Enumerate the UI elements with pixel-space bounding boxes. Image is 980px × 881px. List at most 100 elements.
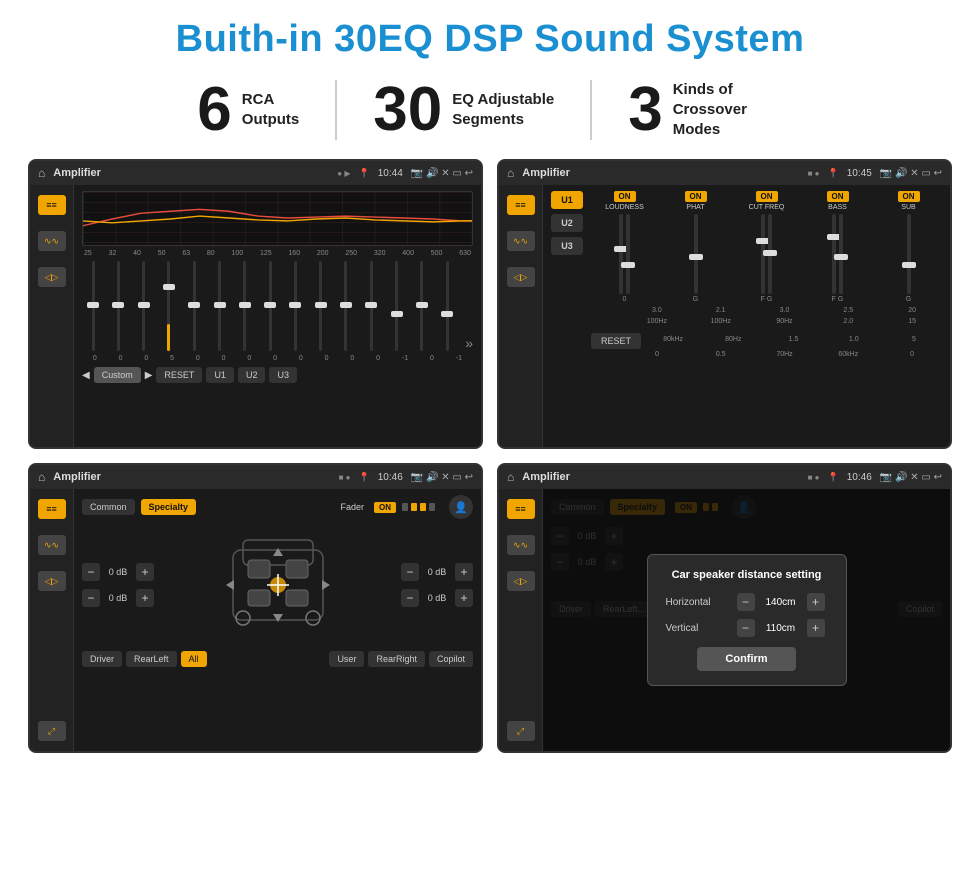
freq-630: 630 [459,250,471,257]
eq-sidebar-wave-icon[interactable]: ∿∿ [38,231,66,251]
cr-sidebar-eq-icon[interactable]: ≡≡ [507,195,535,215]
eq-slider-7[interactable] [234,261,256,351]
eq-slider-10[interactable] [310,261,332,351]
cutfreq-slider-g[interactable] [768,214,772,294]
eq-slider-11[interactable] [335,261,357,351]
stat-label-eq: EQ AdjustableSegments [452,90,554,131]
cr-sidebar-wave-icon[interactable]: ∿∿ [507,231,535,251]
preset-u3-btn[interactable]: U3 [551,237,583,255]
sp-sidebar-eq-icon[interactable]: ≡≡ [38,499,66,519]
eq-slider-14[interactable] [411,261,433,351]
dialog-vertical-plus-btn[interactable]: + [807,619,825,637]
eq-track-3 [142,261,145,351]
phat-slider-1[interactable] [694,214,698,294]
cutfreq-on-badge: ON [756,191,778,202]
eq-slider-4[interactable] [158,261,180,351]
eq-slider-3[interactable] [133,261,155,351]
crossover-time: 10:45 [847,168,872,179]
eq-sidebar-eq-icon[interactable]: ≡≡ [38,195,66,215]
page-wrapper: Buith-in 30EQ DSP Sound System 6 RCAOutp… [0,0,980,881]
speaker-header: Common Specialty Fader ON 👤 [82,495,473,519]
sp-copilot-btn[interactable]: Copilot [429,651,473,667]
vol-rl-minus-btn[interactable]: − [82,589,100,607]
sp-all-btn[interactable]: All [181,651,207,667]
vol-rl-plus-btn[interactable]: + [136,589,154,607]
sp-rearright-btn[interactable]: RearRight [368,651,425,667]
freq-125: 125 [260,250,272,257]
eq-slider-1[interactable] [82,261,104,351]
eq-topbar: ⌂ Amplifier ● ▶ 📍 10:44 📷 🔊 ✕ ▭ ↩ [30,161,481,185]
ctrl-cutfreq: ON CUT FREQ [733,191,800,303]
fader-bar-4 [429,503,435,511]
vol-fl-plus-btn[interactable]: + [136,563,154,581]
home-icon[interactable]: ⌂ [38,166,45,180]
dl-sidebar-eq-icon[interactable]: ≡≡ [507,499,535,519]
sp-tab-common[interactable]: Common [82,499,135,515]
car-svg [218,530,338,640]
cr-sidebar-vol-icon[interactable]: ◁▷ [507,267,535,287]
sp-rearleft-btn[interactable]: RearLeft [126,651,177,667]
speaker-settings-btn[interactable]: 👤 [449,495,473,519]
dialog-vertical-minus-btn[interactable]: − [737,619,755,637]
eq-time: 10:44 [378,168,403,179]
speaker-home-icon[interactable]: ⌂ [38,470,45,484]
sub-slider-g[interactable] [907,214,911,294]
eq-slider-13[interactable] [385,261,407,351]
eq-slider-2[interactable] [107,261,129,351]
speaker-topbar: ⌂ Amplifier ■ ● 📍 10:46 📷 🔊 ✕ ▭ ↩ [30,465,481,489]
dialog-confirm-btn[interactable]: Confirm [697,647,795,671]
eq-track-12 [370,261,373,351]
sp-user-btn[interactable]: User [329,651,364,667]
freq-25: 25 [84,250,92,257]
fader-on-badge: ON [374,502,396,513]
eq-slider-9[interactable] [284,261,306,351]
eq-sidebar-vol-icon[interactable]: ◁▷ [38,267,66,287]
dl-sidebar-expand-icon[interactable]: ⤢ [507,721,535,741]
dialog-home-icon[interactable]: ⌂ [507,470,514,484]
eq-content: ≡≡ ∿∿ ◁▷ 25 32 [30,185,481,447]
eq-u3-btn[interactable]: U3 [269,367,297,383]
sp-sidebar-vol-icon[interactable]: ◁▷ [38,571,66,591]
eq-slider-12[interactable] [360,261,382,351]
eq-u1-btn[interactable]: U1 [206,367,234,383]
crossover-home-icon[interactable]: ⌂ [507,166,514,180]
loudness-slider-2[interactable] [626,214,630,294]
sp-driver-btn[interactable]: Driver [82,651,122,667]
dl-sidebar-vol-icon[interactable]: ◁▷ [507,571,535,591]
dialog-horizontal-minus-btn[interactable]: − [737,593,755,611]
eq-slider-8[interactable] [259,261,281,351]
vol-fl-minus-btn[interactable]: − [82,563,100,581]
eq-track-13 [395,261,398,351]
sp-tab-specialty[interactable]: Specialty [141,499,197,515]
eq-reset-btn[interactable]: RESET [156,367,202,383]
preset-u1-btn[interactable]: U1 [551,191,583,209]
eq-track-2 [117,261,120,351]
eq-slider-5[interactable] [183,261,205,351]
sp-sidebar-wave-icon[interactable]: ∿∿ [38,535,66,555]
eq-prev-btn[interactable]: ◀ [82,370,90,381]
vol-rr-plus-btn[interactable]: + [455,589,473,607]
vol-fr-minus-btn[interactable]: − [401,563,419,581]
eq-slider-15[interactable] [436,261,458,351]
bass-slider-g[interactable] [839,214,843,294]
preset-u2-btn[interactable]: U2 [551,214,583,232]
vol-rl-value: 0 dB [104,593,132,603]
eq-slider-6[interactable] [208,261,230,351]
crossover-topbar: ⌂ Amplifier ■ ● 📍 10:45 📷 🔊 ✕ ▭ ↩ [499,161,950,185]
sp-sidebar-expand-icon[interactable]: ⤢ [38,721,66,741]
eq-thumb-10 [315,302,327,308]
loudness-slider-1[interactable] [619,214,623,294]
stat-crossover: 3 Kinds ofCrossover Modes [592,79,818,141]
eq-u2-btn[interactable]: U2 [238,367,266,383]
eq-next-btn[interactable]: ▶ [145,370,153,381]
crossover-hz-labels: 100Hz 100Hz 90Hz 2.0 15 [591,318,942,325]
vol-rr-minus-btn[interactable]: − [401,589,419,607]
crossover-main-area: U1 U2 U3 ON LOUDNESS [543,185,950,447]
vol-fr-plus-btn[interactable]: + [455,563,473,581]
eq-custom-btn[interactable]: Custom [94,367,141,383]
dl-sidebar-wave-icon[interactable]: ∿∿ [507,535,535,555]
freq-250: 250 [345,250,357,257]
eq-thumb-9 [289,302,301,308]
dialog-horizontal-plus-btn[interactable]: + [807,593,825,611]
crossover-reset-btn[interactable]: RESET [591,333,641,349]
